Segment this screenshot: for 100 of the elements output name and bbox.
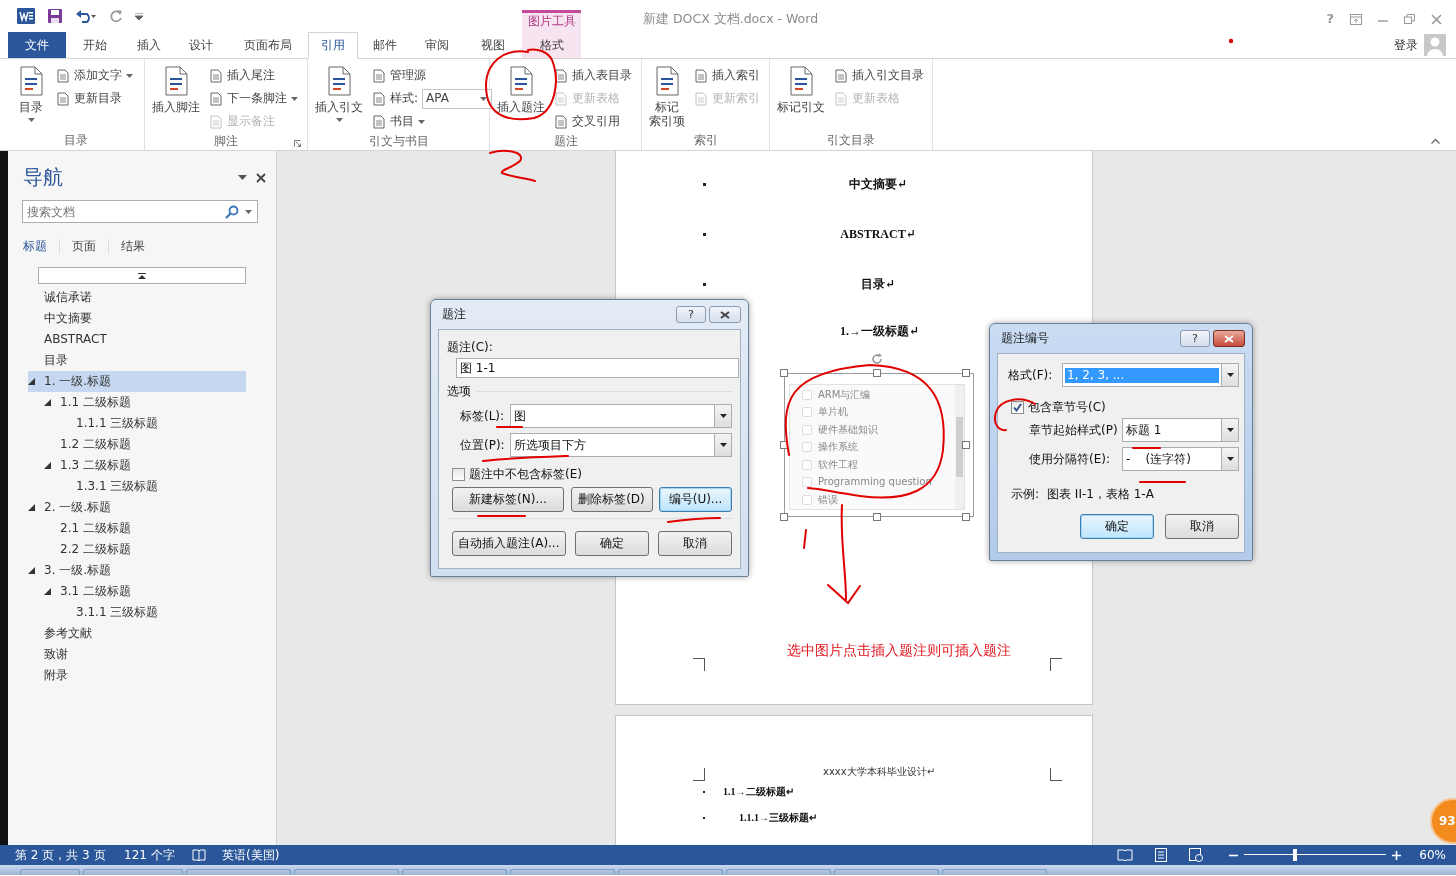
search-icon[interactable] bbox=[225, 205, 239, 219]
heading-item[interactable]: 3. 一级.标题 bbox=[38, 563, 112, 578]
ribbon-button[interactable]: 下一条脚注 bbox=[209, 87, 298, 110]
heading-item[interactable]: 附录 bbox=[38, 668, 68, 683]
ribbon-button[interactable]: 插入尾注 bbox=[209, 64, 298, 87]
position-dropdown[interactable]: 所选项目下方 bbox=[509, 433, 732, 457]
search-field[interactable]: 搜索文档 bbox=[22, 200, 258, 223]
expanded-icon[interactable] bbox=[28, 504, 35, 511]
word-count[interactable]: 121 个字 bbox=[124, 847, 192, 863]
ribbon-tab[interactable]: 开始 bbox=[66, 32, 124, 58]
ribbon-tab[interactable]: 视图 bbox=[463, 32, 522, 58]
heading-item[interactable]: 2.1 二级标题 bbox=[54, 521, 131, 536]
print-layout-icon[interactable] bbox=[1155, 848, 1168, 862]
expanded-icon[interactable] bbox=[44, 588, 51, 595]
heading-item[interactable]: 致谢 bbox=[38, 647, 68, 662]
heading-item[interactable]: 1.3 二级标题 bbox=[54, 458, 131, 473]
ribbon-button[interactable]: 标记 索引项 bbox=[646, 63, 688, 131]
label-dropdown[interactable]: 图 bbox=[509, 404, 732, 428]
checkbox[interactable] bbox=[452, 468, 465, 481]
redo-icon[interactable] bbox=[109, 9, 123, 23]
heading-item[interactable]: 1.3.1 三级标题 bbox=[70, 479, 159, 494]
pane-menu-icon[interactable] bbox=[238, 175, 247, 180]
ribbon-button[interactable]: 添加文字 bbox=[56, 64, 133, 87]
pane-tab[interactable]: 标题 bbox=[23, 239, 60, 254]
heading-item[interactable]: 2. 一级.标题 bbox=[38, 500, 112, 515]
rotate-handle-icon[interactable] bbox=[870, 352, 884, 366]
style-dropdown[interactable]: APA bbox=[422, 88, 493, 109]
heading-item[interactable]: 目录 bbox=[38, 353, 68, 368]
heading-item[interactable]: 中文摘要 bbox=[38, 311, 92, 326]
dropdown-arrow-icon[interactable] bbox=[719, 443, 727, 447]
dialog-button[interactable]: 新建标签(N)... bbox=[452, 487, 564, 512]
dialog-button[interactable]: 确定 bbox=[1080, 514, 1154, 539]
caption-field[interactable]: 图 1-1 bbox=[456, 358, 739, 378]
collapse-ribbon-icon[interactable] bbox=[1431, 138, 1440, 144]
page-count[interactable]: 第 2 页，共 3 页 bbox=[15, 847, 124, 863]
resize-handle[interactable] bbox=[962, 369, 970, 377]
separator-dropdown[interactable]: - (连字符) bbox=[1121, 447, 1239, 471]
heading-item[interactable]: 1.1 二级标题 bbox=[54, 395, 131, 410]
ribbon-tab[interactable]: 页面布局 bbox=[228, 32, 308, 58]
resize-handle[interactable] bbox=[962, 513, 970, 521]
ribbon-tab[interactable]: 文件 bbox=[8, 32, 66, 58]
dialog-launcher-icon[interactable] bbox=[294, 140, 301, 147]
pane-tab[interactable]: 页面 bbox=[72, 239, 109, 254]
close-button[interactable] bbox=[1213, 330, 1245, 347]
ribbon-button[interactable]: 标记引文 bbox=[774, 63, 828, 117]
pane-tab[interactable]: 结果 bbox=[121, 239, 157, 254]
dropdown-arrow-icon[interactable] bbox=[1226, 457, 1234, 461]
zoom-slider[interactable] bbox=[1244, 849, 1387, 861]
help-button[interactable]: ? bbox=[1180, 330, 1210, 347]
dropdown-arrow-icon[interactable] bbox=[1226, 373, 1234, 377]
ribbon-button[interactable]: 插入引文 bbox=[312, 63, 366, 125]
help-button[interactable]: ? bbox=[676, 306, 706, 323]
chapter-style-dropdown[interactable]: 标题 1 bbox=[1121, 418, 1239, 442]
restore-icon[interactable] bbox=[1404, 14, 1415, 24]
heading-item[interactable]: 1.2 二级标题 bbox=[54, 437, 131, 452]
ribbon-tab[interactable]: 审阅 bbox=[411, 32, 463, 58]
resize-handle[interactable] bbox=[962, 441, 970, 449]
heading-item[interactable]: 3.1.1 三级标题 bbox=[70, 605, 159, 620]
language-indicator[interactable]: 英语(美国) bbox=[222, 847, 280, 863]
close-icon[interactable] bbox=[256, 172, 266, 183]
customize-toolbar-icon[interactable] bbox=[135, 12, 143, 20]
slider-thumb[interactable] bbox=[1293, 849, 1298, 861]
ribbon-button[interactable]: 插入表目录 bbox=[554, 64, 632, 87]
ribbon-tab[interactable]: 插入 bbox=[124, 32, 174, 58]
expanded-icon[interactable] bbox=[28, 378, 35, 385]
resize-handle[interactable] bbox=[873, 369, 881, 377]
zoom-in-icon[interactable] bbox=[1392, 850, 1402, 860]
dialog-button[interactable]: 取消 bbox=[658, 531, 732, 556]
ribbon-button[interactable]: 更新目录 bbox=[56, 87, 133, 110]
ribbon-button[interactable]: 插入索引 bbox=[694, 64, 760, 87]
sign-in-link[interactable]: 登录 bbox=[1394, 37, 1418, 53]
resize-handle[interactable] bbox=[780, 513, 788, 521]
dialog-button[interactable]: 确定 bbox=[575, 531, 649, 556]
dialog-button[interactable]: 自动插入题注(A)... bbox=[452, 531, 566, 556]
proofing-book-icon[interactable] bbox=[192, 849, 206, 861]
dropdown-arrow-icon[interactable] bbox=[1226, 428, 1234, 432]
expanded-icon[interactable] bbox=[44, 399, 51, 406]
dialog-button[interactable]: 删除标签(D) bbox=[570, 487, 653, 512]
read-mode-icon[interactable] bbox=[1117, 849, 1134, 861]
heading-item[interactable]: ABSTRACT bbox=[38, 332, 107, 347]
checkbox[interactable] bbox=[1011, 401, 1024, 414]
zoom-level[interactable]: 60% bbox=[1419, 847, 1456, 863]
heading-item[interactable]: 参考文献 bbox=[38, 626, 92, 641]
heading-item[interactable]: 3.1 二级标题 bbox=[54, 584, 131, 599]
ribbon-button[interactable]: 目录 bbox=[12, 63, 50, 125]
dialog-button[interactable]: 取消 bbox=[1165, 514, 1239, 539]
dropdown-arrow-icon[interactable] bbox=[719, 414, 727, 418]
ribbon-button[interactable]: 交叉引用 bbox=[554, 110, 632, 133]
ribbon-tab[interactable]: 格式 bbox=[522, 32, 581, 58]
ribbon-button[interactable]: 插入引文目录 bbox=[834, 64, 924, 87]
expanded-icon[interactable] bbox=[44, 462, 51, 469]
resize-handle[interactable] bbox=[873, 513, 881, 521]
ribbon-tab[interactable]: 邮件 bbox=[358, 32, 411, 58]
close-button[interactable] bbox=[709, 306, 741, 323]
resize-handle[interactable] bbox=[780, 441, 788, 449]
expanded-icon[interactable] bbox=[28, 567, 35, 574]
heading-item[interactable]: 1.1.1 三级标题 bbox=[70, 416, 159, 431]
ribbon-tab[interactable]: 引用 bbox=[308, 32, 358, 59]
ribbon-button[interactable]: 管理源 bbox=[372, 64, 493, 87]
checkbox-label[interactable]: 题注中不包含标签(E) bbox=[469, 467, 582, 482]
